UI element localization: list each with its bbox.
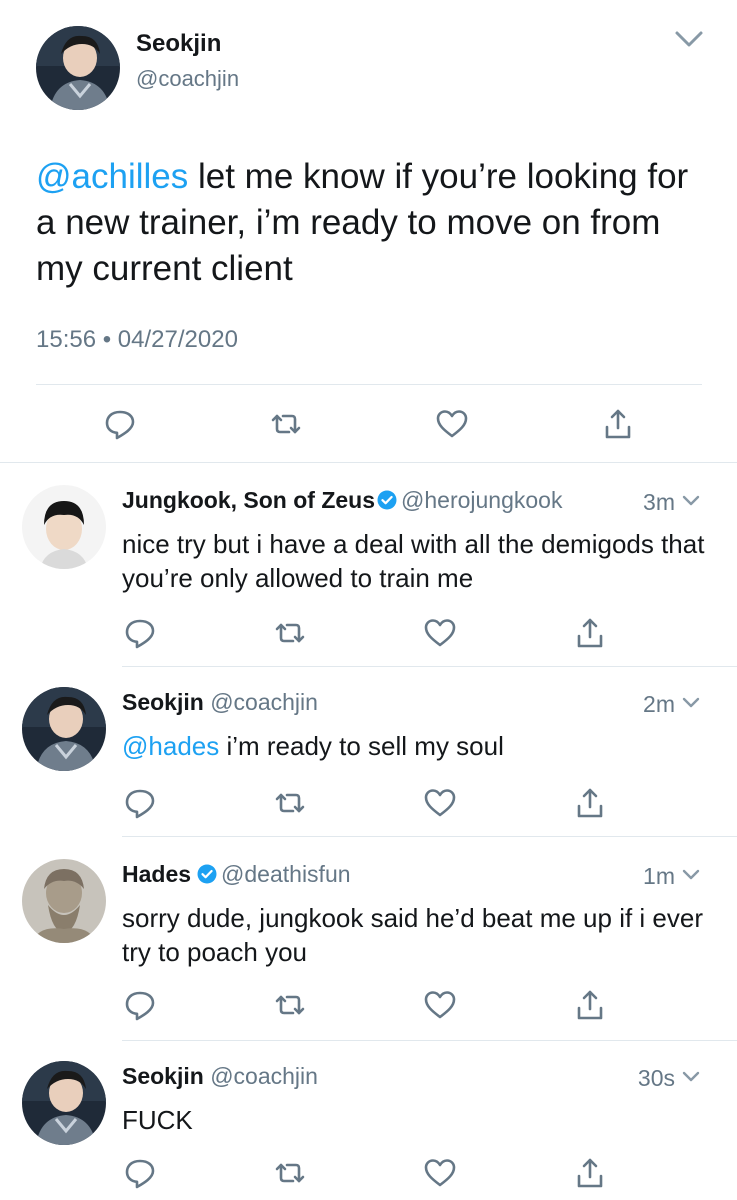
reply-tweet[interactable]: Seokjin @coachjin 30s FUCK: [0, 1041, 737, 1200]
mention-link[interactable]: @hades: [122, 731, 219, 761]
retweet-icon[interactable]: [272, 615, 308, 651]
main-tweet: Seokjin @coachjin @achilles let me know …: [0, 0, 737, 463]
retweet-icon[interactable]: [272, 785, 308, 821]
author-name[interactable]: Hades: [122, 861, 191, 887]
author-name[interactable]: Seokjin: [136, 30, 221, 58]
author-handle[interactable]: @herojungkook: [401, 487, 562, 513]
tweet-actions: [0, 785, 737, 821]
reply-icon[interactable]: [102, 406, 138, 442]
timestamp[interactable]: 2m: [643, 691, 675, 717]
author-handle[interactable]: @coachjin: [210, 689, 318, 715]
reply-header: Seokjin @coachjin: [122, 1063, 318, 1090]
author-name[interactable]: Seokjin: [122, 689, 204, 715]
timestamp[interactable]: 3m: [643, 489, 675, 515]
reply-header: Jungkook, Son of Zeus @herojungkook: [122, 487, 562, 514]
chevron-down-icon[interactable]: [681, 689, 701, 708]
tweet-actions: [0, 404, 737, 444]
reply-time-group: 2m: [643, 689, 701, 718]
tweet-body: sorry dude, jungkook said he’d beat me u…: [122, 903, 704, 967]
reply-header: Hades @deathisfun: [122, 861, 351, 888]
tweet-body: nice try but i have a deal with all the …: [122, 529, 705, 593]
avatar[interactable]: [36, 26, 120, 110]
author-handle[interactable]: @coachjin: [210, 1063, 318, 1089]
tweet-actions: [0, 987, 737, 1023]
tweet-text: nice try but i have a deal with all the …: [122, 527, 722, 595]
share-icon[interactable]: [572, 987, 608, 1023]
reply-time-group: 30s: [638, 1063, 701, 1092]
heart-icon[interactable]: [422, 987, 458, 1023]
reply-header: Seokjin @coachjin: [122, 689, 318, 716]
reply-icon[interactable]: [122, 785, 158, 821]
heart-icon[interactable]: [434, 406, 470, 442]
avatar[interactable]: [22, 1061, 106, 1145]
tweet-text: @achilles let me know if you’re looking …: [36, 154, 716, 292]
author-name[interactable]: Seokjin: [122, 1063, 204, 1089]
reply-tweet[interactable]: Seokjin @coachjin 2m @hades i’m ready to…: [0, 667, 737, 837]
heart-icon[interactable]: [422, 615, 458, 651]
tweet-actions: [0, 615, 737, 651]
tweet-body: FUCK: [122, 1105, 193, 1135]
tweet-timestamp[interactable]: 15:56 • 04/27/2020: [36, 326, 238, 354]
heart-icon[interactable]: [422, 1155, 458, 1191]
tweet-body: i’m ready to sell my soul: [219, 731, 504, 761]
share-icon[interactable]: [572, 785, 608, 821]
tweet-actions: [0, 1155, 737, 1191]
reply-icon[interactable]: [122, 1155, 158, 1191]
retweet-icon[interactable]: [272, 987, 308, 1023]
heart-icon[interactable]: [422, 785, 458, 821]
share-icon[interactable]: [572, 1155, 608, 1191]
verified-badge-icon: [377, 489, 397, 510]
tweet-text: sorry dude, jungkook said he’d beat me u…: [122, 901, 722, 969]
author-handle[interactable]: @deathisfun: [221, 861, 351, 887]
chevron-down-icon[interactable]: [681, 861, 701, 880]
chevron-down-icon[interactable]: [681, 1063, 701, 1082]
reply-time-group: 1m: [643, 861, 701, 890]
author-handle[interactable]: @coachjin: [136, 66, 239, 92]
reply-tweet[interactable]: Hades @deathisfun 1m sorry dude, jungkook…: [0, 837, 737, 1041]
timestamp[interactable]: 1m: [643, 863, 675, 889]
reply-icon[interactable]: [122, 987, 158, 1023]
avatar[interactable]: [22, 859, 106, 943]
retweet-icon[interactable]: [272, 1155, 308, 1191]
share-icon[interactable]: [600, 406, 636, 442]
chevron-down-icon[interactable]: [672, 26, 706, 52]
timestamp[interactable]: 30s: [638, 1065, 675, 1091]
verified-badge-icon: [197, 863, 217, 884]
tweet-text: @hades i’m ready to sell my soul: [122, 729, 722, 763]
reply-icon[interactable]: [122, 615, 158, 651]
reply-time-group: 3m: [643, 487, 701, 516]
mention-link[interactable]: @achilles: [36, 157, 188, 196]
reply-tweet[interactable]: Jungkook, Son of Zeus @herojungkook 3m ni…: [0, 463, 737, 667]
tweet-thread: Seokjin @coachjin @achilles let me know …: [0, 0, 737, 1200]
retweet-icon[interactable]: [268, 406, 304, 442]
avatar[interactable]: [22, 687, 106, 771]
author-name[interactable]: Jungkook, Son of Zeus: [122, 487, 375, 513]
avatar[interactable]: [22, 485, 106, 569]
chevron-down-icon[interactable]: [681, 487, 701, 506]
divider: [36, 384, 702, 385]
tweet-text: FUCK: [122, 1103, 722, 1137]
share-icon[interactable]: [572, 615, 608, 651]
